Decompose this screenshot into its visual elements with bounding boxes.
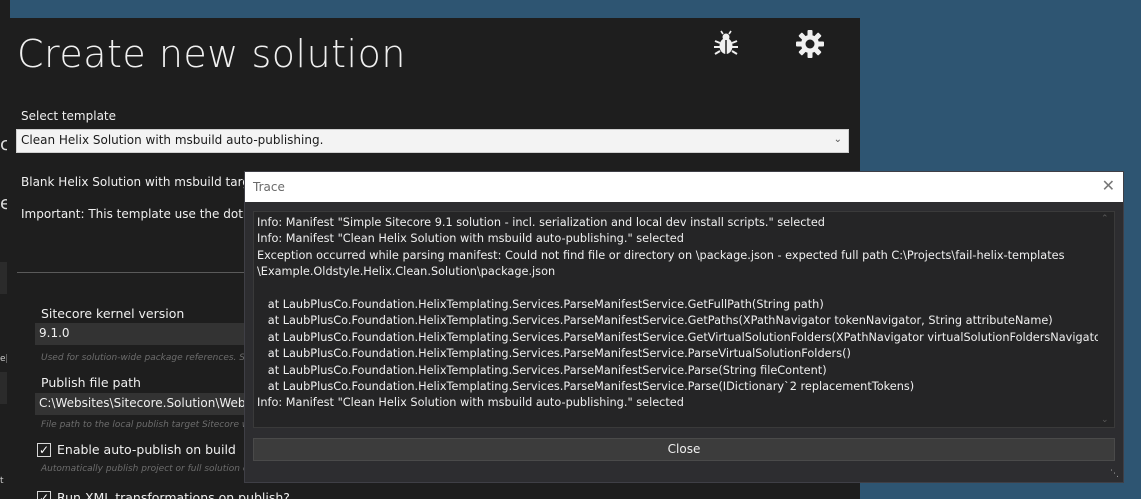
xml-transform-checkbox[interactable]: ✓ Run XML transformations on publish?	[37, 490, 290, 499]
vertical-scrollbar[interactable]: ⌃ ⌄	[1098, 212, 1114, 427]
trace-log-line: Info: Manifest "Simple Sitecore 9.1 solu…	[257, 216, 825, 229]
trace-dialog: Trace ✕ Info: Manifest "Simple Sitecore …	[244, 171, 1124, 483]
trace-log[interactable]: Info: Manifest "Simple Sitecore 9.1 solu…	[253, 211, 1115, 428]
trace-log-line: at LaubPlusCo.Foundation.HelixTemplating…	[257, 330, 1110, 344]
trace-log-line: Exception occurred while parsing manifes…	[257, 248, 1065, 262]
trace-log-line: Info: Manifest "Clean Helix Solution wit…	[257, 396, 684, 410]
trace-log-line: \Example.Oldstyle.Helix.Clean.Solution\p…	[257, 265, 556, 279]
publish-path-label: Publish file path	[41, 375, 141, 390]
template-select-value: Clean Helix Solution with msbuild auto-p…	[21, 133, 324, 147]
trace-titlebar[interactable]: Trace ✕	[245, 172, 1123, 202]
trace-log-line: at LaubPlusCo.Foundation.HelixTemplating…	[257, 347, 851, 361]
xml-transform-label: Run XML transformations on publish?	[57, 490, 290, 499]
trace-log-line	[254, 281, 1110, 297]
trace-log-line: at LaubPlusCo.Foundation.HelixTemplating…	[257, 297, 824, 311]
close-icon[interactable]: ✕	[1102, 176, 1115, 195]
select-template-label: Select template	[21, 109, 117, 123]
check-icon: ✓	[37, 490, 51, 499]
gear-icon[interactable]	[794, 28, 826, 60]
kernel-version-label: Sitecore kernel version	[41, 306, 185, 321]
kernel-version-hint: Used for solution-wide package reference…	[41, 353, 251, 363]
chevron-down-icon: ⌄	[833, 134, 842, 145]
auto-publish-label: Enable auto-publish on build	[57, 442, 236, 457]
trace-log-line: Info: Manifest "Clean Helix Solution wit…	[257, 232, 684, 246]
bug-icon[interactable]	[710, 28, 742, 60]
template-important-note: Important: This template use the dotnet …	[21, 207, 279, 221]
page-title: Create new solution	[17, 32, 406, 76]
trace-log-lines: Info: Manifest "Simple Sitecore 9.1 solu…	[254, 215, 1110, 412]
background-text-fragment: t	[0, 476, 4, 486]
publish-path-input[interactable]: C:\Websites\Sitecore.Solution\Website	[35, 393, 251, 415]
resize-grip-icon[interactable]: ⋱	[1110, 469, 1119, 479]
trace-log-line: at LaubPlusCo.Foundation.HelixTemplating…	[257, 314, 1053, 328]
trace-log-line: at LaubPlusCo.Foundation.HelixTemplating…	[257, 379, 915, 393]
template-description: Blank Helix Solution with msbuild target…	[21, 175, 279, 189]
divider	[17, 272, 247, 273]
trace-title: Trace	[253, 180, 285, 194]
scroll-up-icon[interactable]: ⌃	[1101, 214, 1109, 224]
trace-log-line: at LaubPlusCo.Foundation.HelixTemplating…	[257, 363, 827, 377]
close-button[interactable]: Close	[253, 438, 1115, 461]
auto-publish-hint: Automatically publish project or full so…	[41, 464, 249, 474]
auto-publish-checkbox[interactable]: ✓ Enable auto-publish on build	[37, 442, 236, 457]
check-icon: ✓	[37, 442, 51, 457]
template-select[interactable]: Clean Helix Solution with msbuild auto-p…	[16, 129, 849, 153]
scroll-down-icon[interactable]: ⌄	[1101, 415, 1109, 425]
kernel-version-input[interactable]: 9.1.0	[35, 323, 251, 345]
publish-path-hint: File path to the local publish target Si…	[41, 420, 250, 430]
